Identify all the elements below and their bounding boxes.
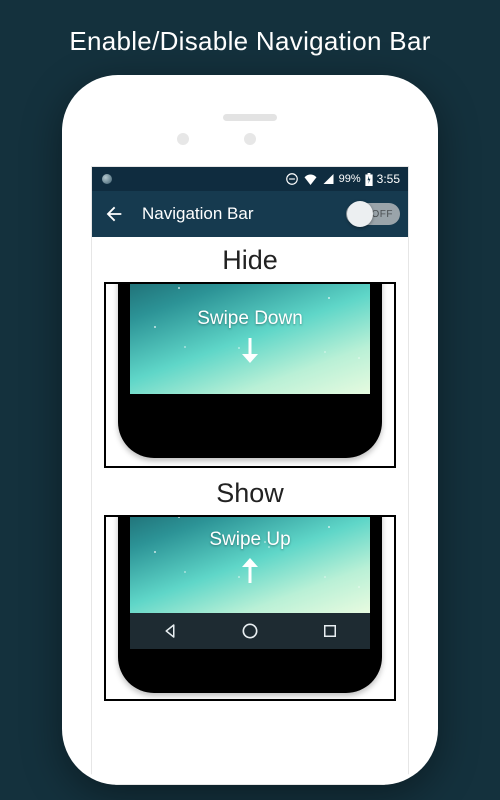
device-shell: Swipe Up [118,515,382,693]
navbar-toggle[interactable]: OFF [346,203,400,225]
toggle-state-label: OFF [372,209,394,220]
android-nav-bar [130,613,370,649]
status-time: 3:55 [377,172,400,186]
hide-section-label: Hide [104,241,396,282]
show-illustration-card: Swipe Up [104,515,396,701]
back-arrow-icon [103,203,125,225]
arrow-down-icon [240,338,260,369]
app-bar: Navigation Bar OFF [92,191,408,237]
wifi-icon [303,173,318,185]
hide-illustration-card: Swipe Down [104,282,396,468]
android-status-bar: 99% 3:55 [92,167,408,191]
battery-percent: 99% [339,173,361,185]
page-title: Enable/Disable Navigation Bar [0,0,500,75]
swipe-up-label: Swipe Up [118,529,382,551]
hidden-navbar-area [130,394,370,414]
nav-home-icon[interactable] [240,621,260,641]
speaker-slot [223,114,277,121]
signal-icon [322,173,335,185]
sensor-dot [244,133,256,145]
battery-icon [365,173,373,186]
toggle-knob [347,201,373,227]
phone-top-bezel [75,88,425,166]
swipe-down-label: Swipe Down [118,308,382,330]
arrow-up-icon [240,557,260,588]
nav-back-icon[interactable] [161,622,179,640]
notification-dot-icon [102,174,112,184]
front-camera [177,133,189,145]
content-area: Hide Swipe Down Show [92,237,408,701]
phone-screen: 99% 3:55 Navigation Bar OFF Hide [91,166,409,785]
phone-mock-frame: 99% 3:55 Navigation Bar OFF Hide [62,75,438,785]
show-section-label: Show [104,474,396,515]
nav-recent-icon[interactable] [321,622,339,640]
device-shell: Swipe Down [118,282,382,458]
dnd-icon [285,172,299,186]
back-button[interactable] [100,200,128,228]
app-bar-title: Navigation Bar [142,204,254,224]
